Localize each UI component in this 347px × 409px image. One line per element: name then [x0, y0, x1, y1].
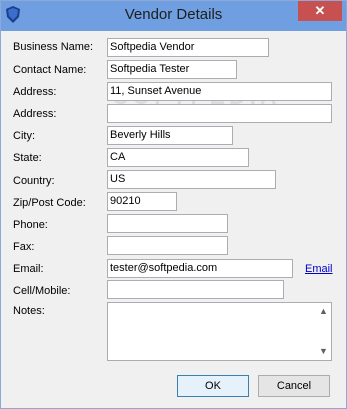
ok-button[interactable]: OK — [177, 375, 249, 397]
country-field[interactable]: US — [107, 170, 276, 189]
scroll-up-arrow-icon[interactable]: ▲ — [319, 307, 328, 316]
scroll-down-arrow-icon[interactable]: ▼ — [319, 347, 328, 356]
cell-label: Cell/Mobile: — [13, 285, 71, 297]
city-field[interactable]: Beverly Hills — [107, 126, 233, 145]
phone-field[interactable] — [107, 214, 228, 233]
country-label: Country: — [13, 175, 55, 187]
state-label: State: — [13, 152, 42, 164]
phone-label: Phone: — [13, 219, 48, 231]
address1-field[interactable]: 11, Sunset Avenue — [107, 82, 332, 101]
address2-field[interactable] — [107, 104, 332, 123]
vendor-details-window: Vendor Details ✕ SOFTPEDIA Business Name… — [0, 0, 347, 409]
city-label: City: — [13, 130, 35, 142]
business-name-field[interactable]: Softpedia Vendor — [107, 38, 269, 57]
address2-label: Address: — [13, 108, 57, 120]
cancel-button[interactable]: Cancel — [258, 375, 330, 397]
fax-label: Fax: — [13, 241, 35, 253]
contact-name-label: Contact Name: — [13, 64, 87, 76]
zip-field[interactable]: 90210 — [107, 192, 177, 211]
zip-label: Zip/Post Code: — [13, 197, 86, 209]
notes-textarea[interactable]: ▲ ▼ — [107, 302, 332, 361]
title-bar: Vendor Details ✕ — [1, 1, 346, 31]
fax-field[interactable] — [107, 236, 228, 255]
email-field[interactable]: tester@softpedia.com — [107, 259, 293, 278]
contact-name-field[interactable]: Softpedia Tester — [107, 60, 237, 79]
email-link[interactable]: Email — [305, 263, 333, 275]
form-panel: SOFTPEDIA Business Name: Softpedia Vendo… — [8, 31, 339, 403]
cell-field[interactable] — [107, 280, 284, 299]
email-label: Email: — [13, 263, 44, 275]
window-title: Vendor Details — [124, 6, 223, 23]
state-field[interactable]: CA — [107, 148, 249, 167]
close-button[interactable]: ✕ — [298, 1, 342, 21]
notes-scrollbar[interactable]: ▲ ▼ — [316, 303, 331, 360]
address1-label: Address: — [13, 86, 57, 98]
notes-label: Notes: — [13, 305, 45, 317]
business-name-label: Business Name: — [13, 41, 94, 53]
